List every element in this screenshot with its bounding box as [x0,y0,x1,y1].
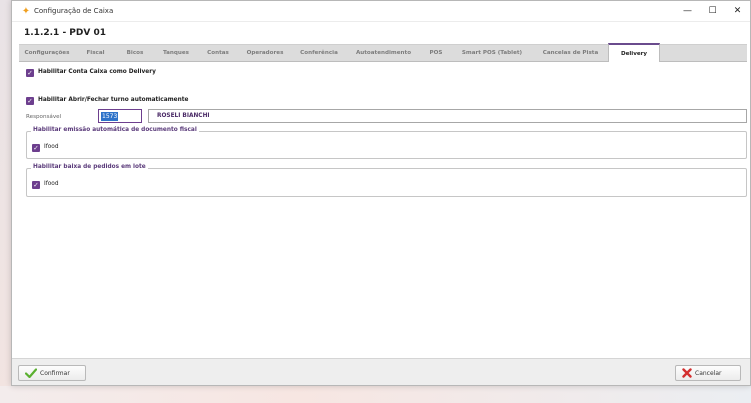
responsible-code-input[interactable]: 1573 [98,109,142,123]
tab-configuracoes[interactable]: Configurações [19,45,75,61]
batch-orders-group: Habilitar baixa de pedidos em lote ✓ Ifo… [26,164,747,197]
tab-delivery[interactable]: Delivery [608,43,660,62]
tab-smart-pos[interactable]: Smart POS (Tablet) [451,45,533,61]
auto-shift-checkbox[interactable]: ✓ [26,97,34,105]
fiscal-document-group: Habilitar emissão automática de document… [26,127,747,159]
batch-orders-group-legend: Habilitar baixa de pedidos em lote [31,164,148,170]
maximize-button[interactable]: ☐ [700,1,725,22]
form-header: 1.1.2.1 - PDV 01 [12,22,750,44]
tab-bicos[interactable]: Bicos [116,45,154,61]
tab-operadores[interactable]: Operadores [238,45,292,61]
desktop-background [0,386,751,403]
batch-ifood-checkbox[interactable]: ✓ [32,181,40,189]
title-bar: ✦ Configuração de Caixa — ☐ ✕ [12,1,750,22]
fiscal-document-group-legend: Habilitar emissão automática de document… [31,127,199,133]
window-controls: — ☐ ✕ [675,1,750,22]
auto-shift-label: Habilitar Abrir/Fechar turno automaticam… [38,97,189,103]
form-title: 1.1.2.1 - PDV 01 [24,28,106,38]
tab-autoatendimento[interactable]: Autoatendimento [346,45,421,61]
tab-bar: Configurações Fiscal Bicos Tanques Conta… [19,43,747,62]
tab-conferencia[interactable]: Conferência [292,45,346,61]
fiscal-ifood-label: Ifood [44,144,59,150]
batch-ifood-label: Ifood [44,181,59,187]
delivery-panel: ✓ Habilitar Conta Caixa como Delivery ✓ … [19,62,747,358]
star-logo-icon: ✦ [21,5,31,17]
config-window: ✦ Configuração de Caixa — ☐ ✕ 1.1.2.1 - … [11,0,751,386]
minimize-button[interactable]: — [675,1,700,22]
cancel-button[interactable]: Cancelar [675,365,741,381]
enable-delivery-account-checkbox[interactable]: ✓ [26,69,34,77]
responsible-name-field: ROSELI BIANCHI [148,109,747,123]
tab-cancelas-de-pista[interactable]: Cancelas de Pista [533,45,608,61]
responsible-code-value: 1573 [101,111,119,121]
close-button[interactable]: ✕ [725,1,750,22]
responsible-label: Responsável [26,114,62,120]
checkmark-icon [25,368,37,378]
confirm-button[interactable]: Confirmar [18,365,86,381]
fiscal-ifood-checkbox[interactable]: ✓ [32,144,40,152]
tab-fiscal[interactable]: Fiscal [75,45,116,61]
footer-bar: Confirmar Cancelar [12,358,750,385]
enable-delivery-account-label: Habilitar Conta Caixa como Delivery [38,69,156,75]
tab-tanques[interactable]: Tanques [154,45,198,61]
tab-pos[interactable]: POS [421,45,451,61]
cancel-x-icon [682,368,692,378]
confirm-label: Confirmar [40,369,70,377]
tab-contas[interactable]: Contas [198,45,238,61]
cancel-label: Cancelar [695,369,722,377]
window-title: Configuração de Caixa [34,7,114,15]
